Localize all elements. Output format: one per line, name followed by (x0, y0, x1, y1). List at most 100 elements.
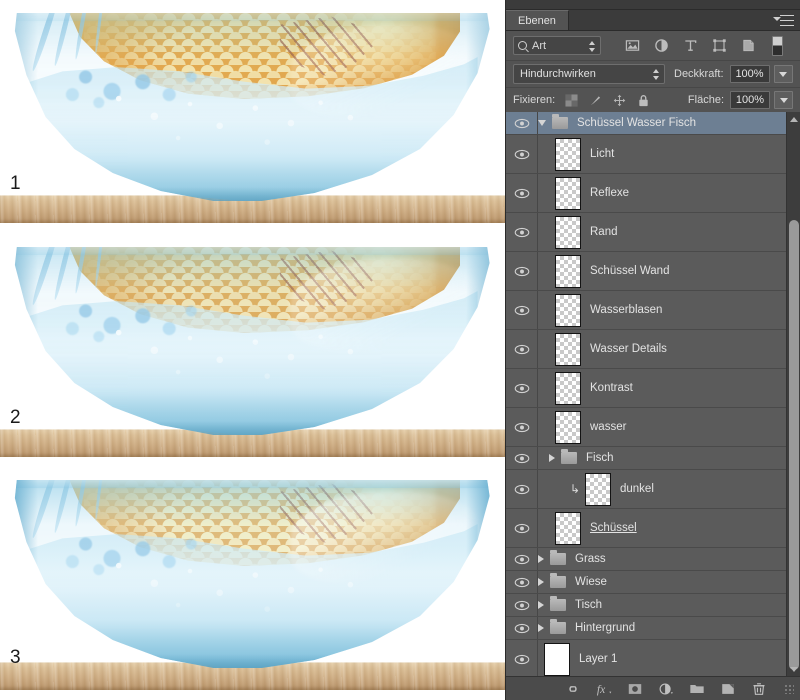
layer-row[interactable]: Schüssel (506, 509, 800, 548)
layer-visibility-toggle[interactable] (506, 252, 538, 290)
fill-dropdown-button[interactable] (774, 91, 793, 109)
layer-visibility-toggle[interactable] (506, 470, 538, 508)
layer-row[interactable]: Licht (506, 135, 800, 174)
visibility-eye-icon[interactable] (514, 600, 530, 611)
layer-thumbnail[interactable] (585, 472, 611, 506)
filter-kind-select[interactable]: Art (513, 36, 601, 55)
layer-thumbnail[interactable] (555, 254, 581, 288)
layer-visibility-toggle[interactable] (506, 594, 538, 616)
fill-input[interactable]: 100% (730, 91, 770, 109)
layer-row[interactable]: Tisch (506, 594, 800, 617)
layer-row[interactable]: Wasserblasen (506, 291, 800, 330)
layer-row[interactable]: Rand (506, 213, 800, 252)
layer-name[interactable]: Schüssel Wand (590, 265, 669, 277)
tab-ebenen[interactable]: Ebenen (506, 10, 569, 30)
layer-row[interactable]: ↳ dunkel (506, 470, 800, 509)
smart-object-filter-icon[interactable] (741, 38, 756, 53)
visibility-eye-icon[interactable] (514, 266, 530, 277)
group-disclosure-triangle[interactable] (538, 578, 544, 586)
scroll-down-arrow[interactable] (787, 662, 800, 676)
layer-row[interactable]: wasser (506, 408, 800, 447)
type-layer-filter-icon[interactable] (683, 38, 698, 53)
visibility-eye-icon[interactable] (514, 554, 530, 565)
opacity-dropdown-button[interactable] (773, 65, 793, 83)
visibility-eye-icon[interactable] (514, 383, 530, 394)
layer-style-fx-icon[interactable]: fx (596, 681, 612, 697)
filter-toggle-switch[interactable] (772, 35, 783, 56)
blend-mode-select[interactable]: Hindurchwirken (513, 64, 665, 84)
layer-visibility-toggle[interactable] (506, 640, 538, 676)
group-disclosure-triangle[interactable] (549, 454, 555, 462)
layer-name[interactable]: Kontrast (590, 382, 633, 394)
layer-visibility-toggle[interactable] (506, 369, 538, 407)
lock-transparency-icon[interactable] (565, 93, 578, 107)
visibility-eye-icon[interactable] (514, 305, 530, 316)
layer-thumbnail[interactable] (555, 511, 581, 545)
layer-name[interactable]: Wasserblasen (590, 304, 662, 316)
layer-visibility-toggle[interactable] (506, 617, 538, 639)
link-layers-icon[interactable] (565, 681, 581, 697)
layer-list-scrollbar[interactable] (786, 112, 800, 676)
new-group-icon[interactable] (689, 681, 705, 697)
layer-name[interactable]: wasser (590, 421, 626, 433)
visibility-eye-icon[interactable] (514, 188, 530, 199)
group-disclosure-triangle[interactable] (538, 120, 546, 126)
layer-mask-icon[interactable] (627, 681, 643, 697)
new-layer-icon[interactable] (720, 681, 736, 697)
layer-name[interactable]: Fisch (586, 452, 613, 464)
opacity-input[interactable]: 100% (729, 65, 770, 83)
lock-position-icon[interactable] (613, 94, 626, 107)
group-disclosure-triangle[interactable] (538, 601, 544, 609)
visibility-eye-icon[interactable] (514, 118, 530, 129)
layer-visibility-toggle[interactable] (506, 112, 538, 134)
layer-thumbnail[interactable] (555, 176, 581, 210)
layer-row[interactable]: Reflexe (506, 174, 800, 213)
layer-name[interactable]: Wasser Details (590, 343, 667, 355)
visibility-eye-icon[interactable] (514, 523, 530, 534)
layer-thumbnail[interactable] (555, 332, 581, 366)
visibility-eye-icon[interactable] (514, 453, 530, 464)
layer-name[interactable]: Rand (590, 226, 618, 238)
visibility-eye-icon[interactable] (514, 227, 530, 238)
visibility-eye-icon[interactable] (514, 422, 530, 433)
visibility-eye-icon[interactable] (514, 623, 530, 634)
layer-name[interactable]: Hintergrund (575, 622, 635, 634)
adjustment-layer-filter-icon[interactable] (654, 38, 669, 53)
layer-row[interactable]: Schüssel Wand (506, 252, 800, 291)
scrollbar-thumb[interactable] (789, 220, 799, 670)
layer-visibility-toggle[interactable] (506, 509, 538, 547)
visibility-eye-icon[interactable] (514, 577, 530, 588)
layer-visibility-toggle[interactable] (506, 408, 538, 446)
layer-thumbnail[interactable] (544, 642, 570, 676)
layer-visibility-toggle[interactable] (506, 291, 538, 329)
resize-grip[interactable] (784, 683, 794, 694)
scroll-up-arrow[interactable] (787, 112, 800, 126)
layer-row[interactable]: Fisch (506, 447, 800, 470)
layer-row[interactable]: Wasser Details (506, 330, 800, 369)
group-disclosure-triangle[interactable] (538, 624, 544, 632)
layer-visibility-toggle[interactable] (506, 135, 538, 173)
pixel-layer-filter-icon[interactable] (625, 38, 640, 53)
layer-thumbnail[interactable] (555, 137, 581, 171)
panel-menu-icon[interactable] (773, 15, 794, 26)
visibility-eye-icon[interactable] (514, 654, 530, 665)
layer-row[interactable]: Kontrast (506, 369, 800, 408)
layer-row[interactable]: Wiese (506, 571, 800, 594)
layer-visibility-toggle[interactable] (506, 330, 538, 368)
layer-visibility-toggle[interactable] (506, 571, 538, 593)
adjustment-layer-icon[interactable] (658, 681, 674, 697)
lock-all-icon[interactable] (637, 94, 650, 107)
layer-name[interactable]: Reflexe (590, 187, 629, 199)
layer-name[interactable]: Grass (575, 553, 606, 565)
layer-name[interactable]: Tisch (575, 599, 602, 611)
layer-visibility-toggle[interactable] (506, 213, 538, 251)
layer-list[interactable]: Schüssel Wasser Fisch Licht Reflexe Rand Sch… (506, 112, 800, 676)
layer-thumbnail[interactable] (555, 293, 581, 327)
shape-layer-filter-icon[interactable] (712, 38, 727, 53)
layer-name[interactable]: Schüssel (590, 522, 637, 534)
layer-name[interactable]: dunkel (620, 483, 654, 495)
layer-name[interactable]: Licht (590, 148, 614, 160)
layer-name[interactable]: Layer 1 (579, 653, 617, 665)
group-disclosure-triangle[interactable] (538, 555, 544, 563)
layer-thumbnail[interactable] (555, 410, 581, 444)
